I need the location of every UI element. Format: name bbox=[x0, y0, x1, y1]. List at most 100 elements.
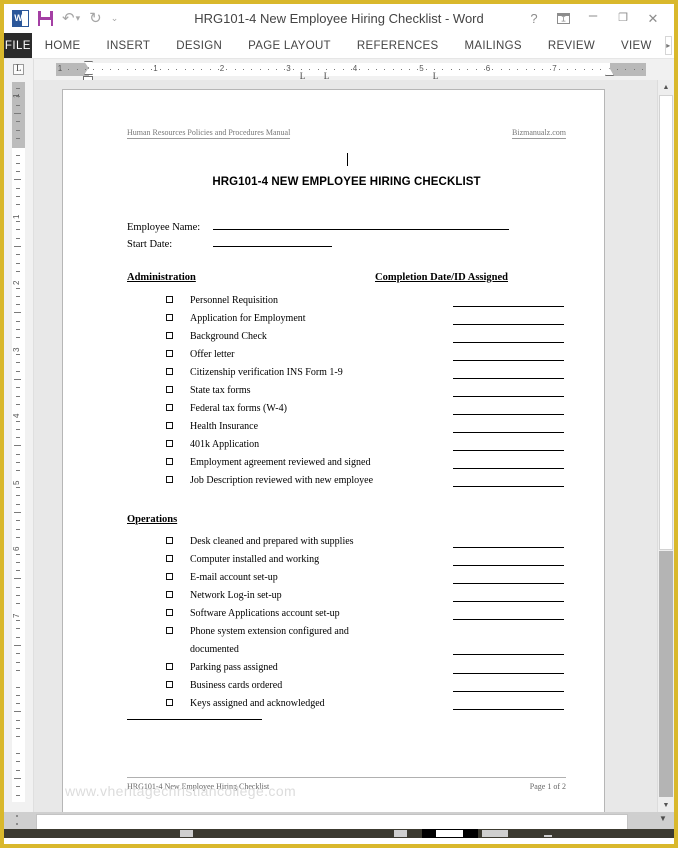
checkbox-icon[interactable] bbox=[166, 386, 173, 393]
checkbox-icon[interactable] bbox=[166, 314, 173, 321]
checkbox-icon[interactable] bbox=[166, 609, 173, 616]
checklist-item[interactable]: 401k Application bbox=[127, 436, 566, 454]
checkbox-icon[interactable] bbox=[166, 663, 173, 670]
tab-design[interactable]: DESIGN bbox=[163, 33, 235, 58]
completion-date-input[interactable] bbox=[453, 324, 564, 325]
tab-view[interactable]: VIEW bbox=[608, 33, 665, 58]
checklist-item[interactable]: State tax forms bbox=[127, 382, 566, 400]
tab-insert[interactable]: INSERT bbox=[93, 33, 163, 58]
field-employee-name[interactable]: Employee Name: bbox=[127, 219, 509, 233]
redo-icon[interactable]: ↻ bbox=[89, 11, 102, 26]
checklist-item[interactable]: Parking pass assigned bbox=[127, 659, 566, 677]
completion-date-input[interactable] bbox=[453, 601, 564, 602]
completion-date-input[interactable] bbox=[453, 414, 564, 415]
vertical-ruler[interactable]: 11234567 bbox=[4, 80, 34, 812]
checklist-item[interactable]: Desk cleaned and prepared with supplies bbox=[127, 533, 566, 551]
checkbox-icon[interactable] bbox=[166, 368, 173, 375]
document-page[interactable]: Human Resources Policies and Procedures … bbox=[62, 89, 605, 812]
checklist-item[interactable]: E-mail account set-up bbox=[127, 569, 566, 587]
checklist-item[interactable]: Offer letter bbox=[127, 346, 566, 364]
tab-mailings[interactable]: MAILINGS bbox=[452, 33, 535, 58]
tab-references[interactable]: REFERENCES bbox=[344, 33, 452, 58]
completion-date-input[interactable] bbox=[453, 432, 564, 433]
start-date-input[interactable] bbox=[213, 236, 332, 247]
checklist-item[interactable]: Health Insurance bbox=[127, 418, 566, 436]
vertical-scrollbar[interactable]: ▲ ▼ bbox=[657, 80, 674, 812]
view-icon-page-count[interactable] bbox=[180, 830, 193, 837]
checklist-item[interactable]: Federal tax forms (W-4) bbox=[127, 400, 566, 418]
checklist-item[interactable]: Phone system extension configured and do… bbox=[127, 623, 566, 659]
checklist-item[interactable]: Computer installed and working bbox=[127, 551, 566, 569]
checkbox-icon[interactable] bbox=[166, 422, 173, 429]
help-button[interactable]: ? bbox=[527, 12, 541, 25]
scrollbar-track[interactable] bbox=[659, 551, 673, 797]
restore-button[interactable]: ❐ bbox=[616, 13, 630, 24]
checkbox-icon[interactable] bbox=[166, 555, 173, 562]
completion-date-input[interactable] bbox=[453, 691, 564, 692]
minimize-button[interactable]: – bbox=[586, 8, 600, 25]
view-icon-read-mode[interactable] bbox=[394, 830, 407, 837]
completion-date-input[interactable] bbox=[453, 450, 564, 451]
undo-dropdown-icon[interactable]: ▾ bbox=[76, 14, 81, 23]
checklist-item[interactable]: Background Check bbox=[127, 328, 566, 346]
checklist-item[interactable]: Application for Employment bbox=[127, 310, 566, 328]
tab-page-layout[interactable]: PAGE LAYOUT bbox=[235, 33, 344, 58]
view-icon-web-layout[interactable] bbox=[482, 830, 508, 837]
completion-date-input[interactable] bbox=[453, 673, 564, 674]
employee-name-input[interactable] bbox=[213, 219, 509, 230]
checkbox-icon[interactable] bbox=[166, 440, 173, 447]
ribbon-overflow-icon[interactable]: ▸ bbox=[664, 36, 672, 55]
checkbox-icon[interactable] bbox=[166, 296, 173, 303]
checkbox-icon[interactable] bbox=[166, 681, 173, 688]
checklist-item[interactable]: Citizenship verification INS Form 1-9 bbox=[127, 364, 566, 382]
checklist-item[interactable]: Job Description reviewed with new employ… bbox=[127, 472, 566, 490]
completion-date-input[interactable] bbox=[453, 306, 564, 307]
completion-date-input[interactable] bbox=[453, 342, 564, 343]
checkbox-icon[interactable] bbox=[166, 476, 173, 483]
scroll-up-icon[interactable]: ▲ bbox=[658, 80, 674, 94]
tab-review[interactable]: REVIEW bbox=[535, 33, 608, 58]
scroll-down-icon[interactable]: ▼ bbox=[658, 798, 674, 812]
completion-date-input[interactable] bbox=[453, 360, 564, 361]
tab-home[interactable]: HOME bbox=[32, 33, 94, 58]
checklist-item[interactable]: Business cards ordered bbox=[127, 677, 566, 695]
completion-date-input[interactable] bbox=[453, 709, 564, 710]
completion-date-input[interactable] bbox=[453, 654, 564, 655]
zoom-slider[interactable] bbox=[544, 835, 552, 837]
tab-file[interactable]: FILE bbox=[4, 33, 32, 58]
close-button[interactable]: ✕ bbox=[646, 12, 660, 25]
checkbox-icon[interactable] bbox=[166, 458, 173, 465]
completion-date-input[interactable] bbox=[453, 468, 564, 469]
field-start-date[interactable]: Start Date: bbox=[127, 236, 332, 250]
ribbon-display-options-button[interactable] bbox=[557, 13, 570, 24]
completion-date-input[interactable] bbox=[453, 378, 564, 379]
checklist-item[interactable]: Network Log-in set-up bbox=[127, 587, 566, 605]
save-icon[interactable] bbox=[38, 11, 53, 26]
checkbox-icon[interactable] bbox=[166, 573, 173, 580]
checklist-item[interactable]: Personnel Requisition bbox=[127, 292, 566, 310]
checkbox-icon[interactable] bbox=[166, 332, 173, 339]
completion-date-input[interactable] bbox=[453, 396, 564, 397]
checklist-item[interactable]: Employment agreement reviewed and signed bbox=[127, 454, 566, 472]
scrollbar-thumb[interactable] bbox=[659, 95, 673, 550]
checkbox-icon[interactable] bbox=[166, 404, 173, 411]
word-app-icon[interactable]: W bbox=[12, 10, 29, 27]
undo-icon[interactable]: ↶ bbox=[62, 11, 75, 26]
checklist-item[interactable]: Keys assigned and acknowledged bbox=[127, 695, 566, 713]
checkbox-icon[interactable] bbox=[166, 537, 173, 544]
checkbox-icon[interactable] bbox=[166, 627, 173, 634]
checkbox-icon[interactable] bbox=[166, 699, 173, 706]
document-canvas[interactable]: Human Resources Policies and Procedures … bbox=[34, 80, 657, 812]
checkbox-icon[interactable] bbox=[166, 350, 173, 357]
horizontal-ruler[interactable]: 11234567LLL bbox=[34, 59, 674, 84]
checklist-item[interactable]: Software Applications account set-up bbox=[127, 605, 566, 623]
view-icon-print-layout[interactable] bbox=[436, 830, 463, 837]
checkbox-icon[interactable] bbox=[166, 591, 173, 598]
tab-stop-selector[interactable] bbox=[4, 59, 34, 80]
customize-quick-access-icon[interactable]: ⌄ bbox=[111, 14, 119, 23]
completion-date-input[interactable] bbox=[453, 565, 564, 566]
completion-date-input[interactable] bbox=[453, 486, 564, 487]
completion-date-input[interactable] bbox=[453, 583, 564, 584]
completion-date-input[interactable] bbox=[453, 547, 564, 548]
completion-date-input[interactable] bbox=[453, 619, 564, 620]
